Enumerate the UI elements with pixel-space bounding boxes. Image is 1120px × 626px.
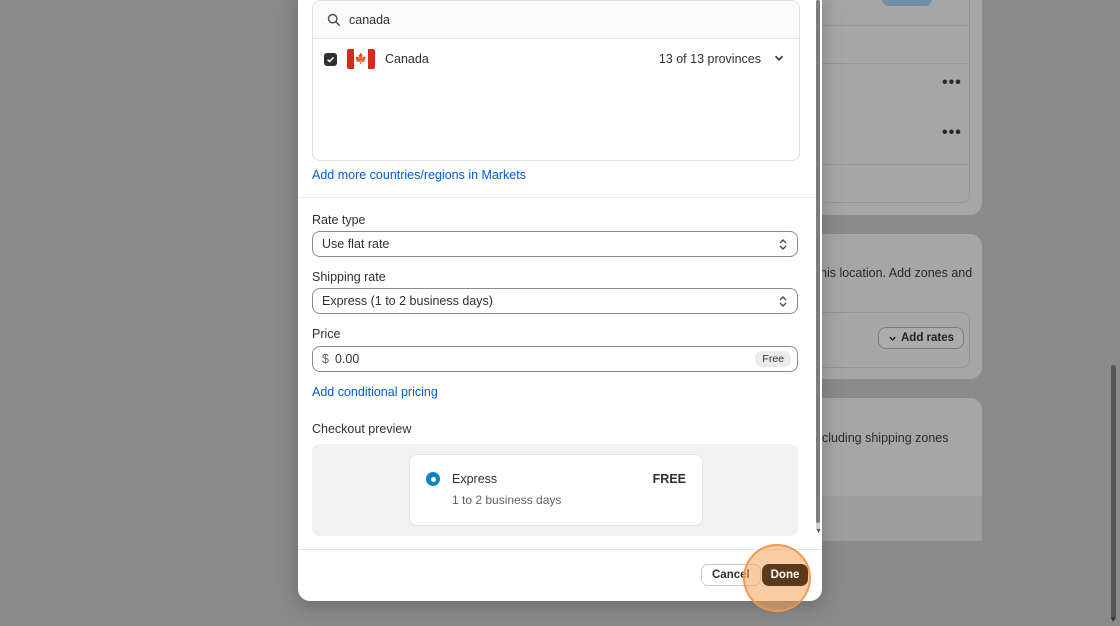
country-search[interactable] xyxy=(313,1,799,39)
preview-option-price: FREE xyxy=(652,472,686,486)
price-label: Price xyxy=(312,327,341,341)
add-rates-label: Add rates xyxy=(901,332,955,344)
chevron-down-icon xyxy=(889,336,896,341)
checkout-preview-label: Checkout preview xyxy=(312,422,412,436)
radio-selected-icon xyxy=(426,472,440,486)
shipping-rate-modal: 🍁 Canada 13 of 13 provinces Add more cou… xyxy=(298,0,822,601)
shipping-rate-label: Shipping rate xyxy=(312,270,386,284)
province-count: 13 of 13 provinces xyxy=(658,52,761,66)
page-scrollbar[interactable] xyxy=(1111,365,1116,620)
canada-flag-icon: 🍁 xyxy=(347,49,375,69)
search-icon xyxy=(327,13,341,26)
select-arrows-icon xyxy=(779,296,787,307)
add-markets-link[interactable]: Add more countries/regions in Markets xyxy=(312,168,526,182)
preview-option-card: Express 1 to 2 business days FREE xyxy=(409,454,703,526)
scroll-down-arrow-icon[interactable]: ▼ xyxy=(1109,615,1117,624)
rate-type-label: Rate type xyxy=(312,213,366,227)
background-price-badge xyxy=(882,0,932,6)
country-row-canada[interactable]: 🍁 Canada 13 of 13 provinces xyxy=(313,39,799,79)
country-selector: 🍁 Canada 13 of 13 provinces xyxy=(312,0,800,161)
rate-type-value: Use flat rate xyxy=(322,237,390,251)
background-description: his location. Add zones and xyxy=(820,266,973,280)
chevron-down-icon[interactable] xyxy=(773,52,785,64)
country-checkbox[interactable] xyxy=(324,52,337,66)
add-conditional-pricing-link[interactable]: Add conditional pricing xyxy=(312,385,438,399)
done-button[interactable]: Done xyxy=(762,564,808,586)
currency-prefix: $ xyxy=(322,352,329,366)
preview-option-title: Express xyxy=(452,472,498,486)
section-divider xyxy=(298,197,816,198)
price-value: 0.00 xyxy=(334,352,360,366)
add-rates-button[interactable]: Add rates xyxy=(878,327,965,349)
more-actions-icon[interactable]: ••• xyxy=(942,124,962,142)
price-field[interactable]: $ 0.00 Free xyxy=(312,346,798,372)
rate-type-select[interactable]: Use flat rate xyxy=(312,231,798,257)
scroll-down-arrow-icon[interactable]: ▼ xyxy=(815,528,822,535)
free-badge: Free xyxy=(755,351,791,367)
modal-scrollbar-thumb[interactable] xyxy=(816,0,820,523)
more-actions-icon[interactable]: ••• xyxy=(942,74,962,92)
background-description: cluding shipping zones xyxy=(822,431,949,445)
footer-divider xyxy=(298,549,822,550)
preview-option-subtitle: 1 to 2 business days xyxy=(452,493,562,507)
shipping-rate-value: Express (1 to 2 business days) xyxy=(322,294,493,308)
country-name: Canada xyxy=(385,52,429,66)
checkout-preview: Express 1 to 2 business days FREE xyxy=(312,444,798,536)
select-arrows-icon xyxy=(779,239,787,250)
shipping-rate-select[interactable]: Express (1 to 2 business days) xyxy=(312,288,798,314)
search-input[interactable] xyxy=(347,11,751,28)
check-icon xyxy=(327,56,335,63)
